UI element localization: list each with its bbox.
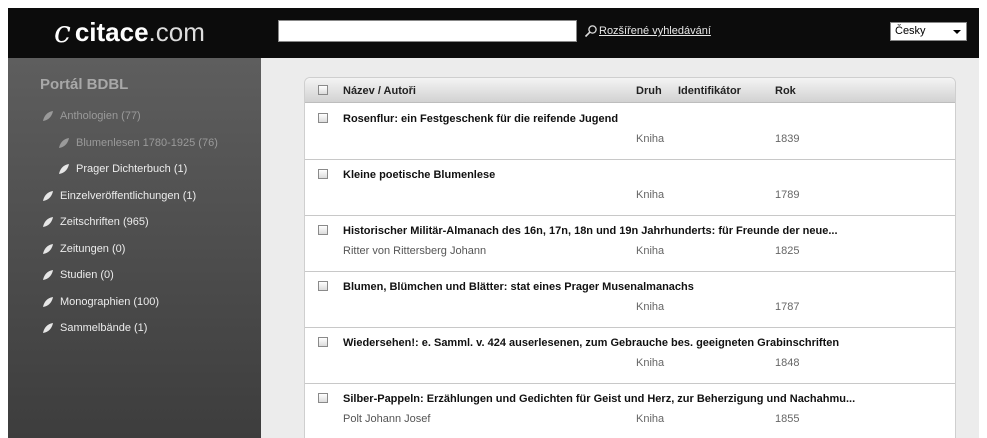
record-author: Polt Johann Josef <box>343 413 431 425</box>
record-year: 1848 <box>775 357 800 369</box>
select-all-checkbox[interactable] <box>318 85 328 95</box>
sidebar-title: Portál BDBL <box>40 76 129 93</box>
sidebar-item-label: Zeitschriften (965) <box>60 216 149 228</box>
language-value: Česky <box>895 25 926 37</box>
logo-glyph: c <box>54 15 71 50</box>
advanced-search-link[interactable]: Rozšířené vyhledávání <box>584 24 711 38</box>
record-type: Kniha <box>636 245 665 257</box>
record-type: Kniha <box>636 301 665 313</box>
leaf-icon <box>43 323 53 333</box>
results-table: Název / Autoři Druh Identifikátor Rok Ro… <box>304 77 956 438</box>
table-row[interactable]: Wiedersehen!: e. Samml. v. 424 auserlese… <box>305 328 955 384</box>
sidebar-item[interactable]: Anthologien (77) <box>42 110 141 122</box>
leaf-icon <box>59 137 69 148</box>
record-author: Ritter von Rittersberg Johann <box>343 245 487 257</box>
record-type: Kniha <box>636 133 665 145</box>
record-year: 1855 <box>775 413 800 425</box>
record-title-link[interactable]: Blumen, Blümchen und Blätter: stat eines… <box>343 281 951 293</box>
record-year: 1787 <box>775 301 800 313</box>
column-title-authors[interactable]: Název / Autoři <box>343 85 416 97</box>
leaf-icon <box>43 270 53 280</box>
column-type[interactable]: Druh <box>636 85 662 97</box>
sidebar-item-label: Blumenlesen 1780-1925 (76) <box>76 136 218 149</box>
table-row[interactable]: Rosenflur: ein Festgeschenk für die reif… <box>305 104 955 160</box>
record-type: Kniha <box>636 413 665 425</box>
record-title-link[interactable]: Historischer Militär-Almanach des 16n, 1… <box>343 225 951 237</box>
sidebar-item-label: Studien (0) <box>60 269 114 281</box>
sidebar-item-label: Monographien (100) <box>60 295 160 308</box>
sidebar-item-label: Einzelveröffentlichungen (1) <box>60 189 197 202</box>
table-row[interactable]: Historischer Militär-Almanach des 16n, 1… <box>305 216 955 272</box>
row-checkbox[interactable] <box>318 337 328 347</box>
row-checkbox[interactable] <box>318 169 328 179</box>
record-type: Kniha <box>636 357 665 369</box>
row-checkbox[interactable] <box>318 393 328 403</box>
sidebar-item[interactable]: Zeitschriften (965) <box>42 216 149 228</box>
leaf-icon <box>43 243 53 254</box>
language-select[interactable]: Česky <box>890 22 967 41</box>
record-year: 1825 <box>775 245 800 257</box>
leaf-icon <box>59 164 69 174</box>
sidebar-item-label: Zeitungen (0) <box>60 242 126 255</box>
search-input[interactable] <box>278 20 577 42</box>
sidebar-item-label: Prager Dichterbuch (1) <box>76 163 188 175</box>
record-year: 1789 <box>775 189 800 201</box>
record-year: 1839 <box>775 133 800 145</box>
sidebar-item[interactable]: Monographien (100) <box>42 296 159 308</box>
record-title-link[interactable]: Kleine poetische Blumenlese <box>343 169 951 181</box>
leaf-icon <box>43 296 53 307</box>
record-type: Kniha <box>636 189 665 201</box>
row-checkbox[interactable] <box>318 281 328 291</box>
advanced-search-label: Rozšířené vyhledávání <box>599 25 711 37</box>
sidebar-item[interactable]: Einzelveröffentlichungen (1) <box>42 190 196 202</box>
chevron-down-icon <box>953 30 961 34</box>
sidebar-item[interactable]: Blumenlesen 1780-1925 (76) <box>58 137 218 149</box>
sidebar: Portál BDBL Anthologien (77) Blumenlesen … <box>8 58 261 438</box>
logo-name: citace <box>74 17 149 47</box>
leaf-icon <box>43 217 53 227</box>
magnifier-icon <box>584 25 597 38</box>
sidebar-item-label: Anthologien (77) <box>60 110 141 122</box>
record-title-link[interactable]: Silber-Pappeln: Erzählungen und Gedichte… <box>343 393 951 405</box>
logo-tld: .com <box>148 17 205 47</box>
table-row[interactable]: Silber-Pappeln: Erzählungen und Gedichte… <box>305 384 955 438</box>
main-content: Název / Autoři Druh Identifikátor Rok Ro… <box>261 58 979 438</box>
table-row[interactable]: Blumen, Blümchen und Blätter: stat eines… <box>305 272 955 328</box>
sidebar-item-label: Sammelbände (1) <box>60 322 148 334</box>
sidebar-item[interactable]: Studien (0) <box>42 269 114 281</box>
site-logo[interactable]: c citace .com <box>54 16 205 48</box>
row-checkbox[interactable] <box>318 113 328 123</box>
record-title-link[interactable]: Wiedersehen!: e. Samml. v. 424 auserlese… <box>343 337 951 349</box>
table-row[interactable]: Kleine poetische Blumenlese Kniha 1789 <box>305 160 955 216</box>
sidebar-item[interactable]: Zeitungen (0) <box>42 243 125 255</box>
record-title-link[interactable]: Rosenflur: ein Festgeschenk für die reif… <box>343 113 951 125</box>
top-bar: c citace .com Rozšířené vyhledávání Česk… <box>8 8 979 58</box>
leaf-icon <box>43 111 53 121</box>
leaf-icon <box>43 190 53 201</box>
sidebar-item[interactable]: Sammelbände (1) <box>42 322 147 334</box>
column-year[interactable]: Rok <box>775 85 796 97</box>
column-identifier[interactable]: Identifikátor <box>678 85 741 97</box>
results-header: Název / Autoři Druh Identifikátor Rok <box>305 78 955 103</box>
sidebar-item[interactable]: Prager Dichterbuch (1) <box>58 163 187 175</box>
row-checkbox[interactable] <box>318 225 328 235</box>
